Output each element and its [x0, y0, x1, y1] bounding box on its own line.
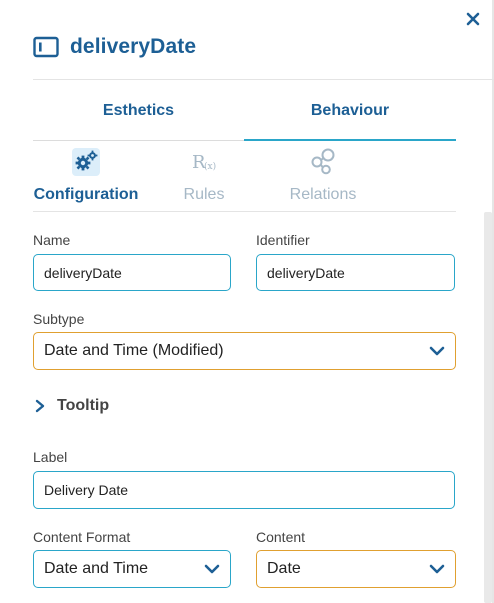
chevron-down-icon	[429, 564, 445, 574]
subtab-label: Relations	[289, 186, 357, 203]
chevron-right-icon	[35, 399, 45, 413]
name-label: Name	[33, 232, 71, 248]
content-value: Date	[267, 560, 301, 577]
subtype-label: Subtype	[33, 311, 85, 327]
identifier-label: Identifier	[256, 232, 310, 248]
main-tabs: Esthetics Behaviour	[33, 80, 456, 142]
field-icon	[33, 36, 59, 58]
close-icon	[466, 12, 480, 26]
label-input[interactable]	[33, 471, 455, 509]
panel-header: deliveryDate	[33, 30, 196, 64]
scrollbar[interactable]	[484, 212, 492, 603]
label-label: Label	[33, 449, 68, 465]
chevron-down-icon	[204, 564, 220, 574]
subtab-configuration[interactable]: Configuration	[33, 148, 139, 208]
content-format-select[interactable]: Date and Time	[33, 550, 231, 588]
content-format-value: Date and Time	[44, 560, 149, 577]
rules-icon: R (x)	[190, 148, 218, 176]
subtab-relations[interactable]: Relations	[283, 148, 363, 208]
properties-panel: deliveryDate Esthetics Behaviour Configu…	[0, 0, 494, 603]
subtab-label: Configuration	[33, 186, 139, 203]
subtype-select[interactable]: Date and Time (Modified)	[33, 332, 456, 370]
gears-icon	[72, 148, 100, 176]
subtype-value: Date and Time (Modified)	[44, 342, 224, 359]
tooltip-label: Tooltip	[57, 397, 110, 414]
tab-behaviour[interactable]: Behaviour	[244, 80, 456, 142]
identifier-input[interactable]	[256, 254, 455, 291]
subtabs-divider	[33, 211, 456, 212]
content-label: Content	[256, 529, 306, 545]
chevron-down-icon	[429, 346, 445, 356]
name-input[interactable]	[33, 254, 231, 291]
content-select[interactable]: Date	[256, 550, 456, 588]
content-format-label: Content Format	[33, 529, 131, 545]
subtab-label: Rules	[183, 186, 225, 203]
svg-text:(x): (x)	[204, 161, 216, 172]
panel-title: deliveryDate	[70, 35, 197, 58]
relations-icon	[309, 148, 337, 176]
close-button[interactable]	[462, 8, 484, 30]
subtab-rules[interactable]: R (x) Rules	[176, 148, 232, 208]
tab-esthetics[interactable]: Esthetics	[33, 80, 244, 142]
active-tab-indicator	[244, 139, 456, 141]
tooltip-expander[interactable]: Tooltip	[33, 394, 109, 418]
